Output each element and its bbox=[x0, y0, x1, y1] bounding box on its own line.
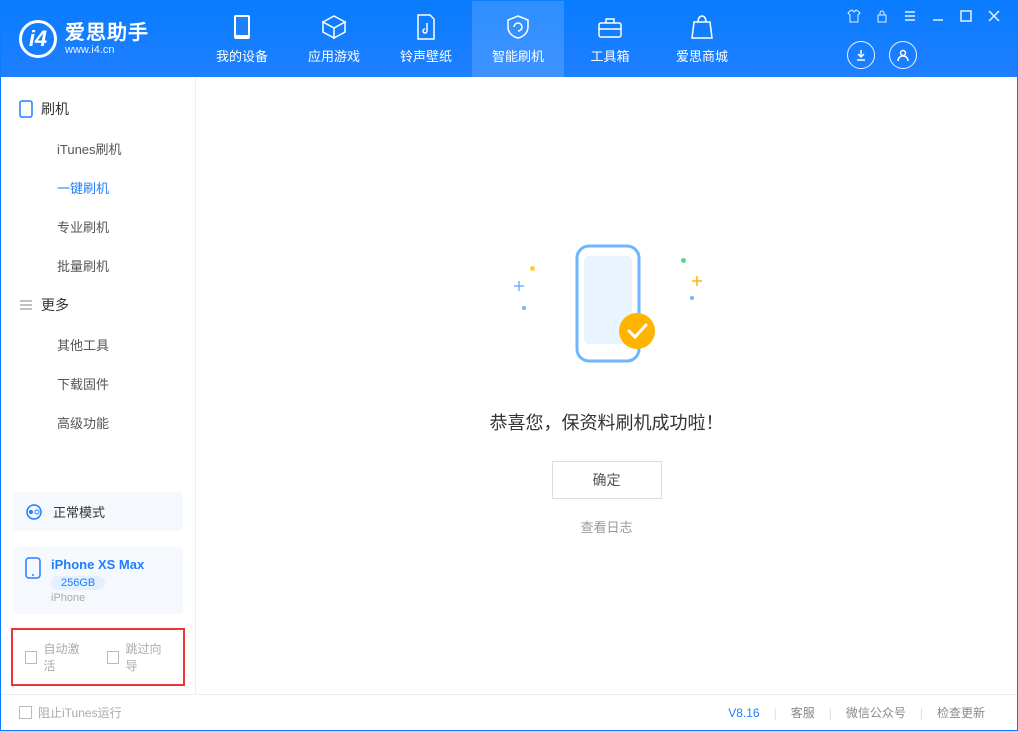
sidebar-item-batch-flash[interactable]: 批量刷机 bbox=[1, 246, 195, 285]
view-log-link[interactable]: 查看日志 bbox=[580, 517, 632, 536]
lock-icon[interactable] bbox=[875, 9, 889, 23]
nav-apps-games[interactable]: 应用游戏 bbox=[288, 1, 380, 77]
success-illustration bbox=[542, 236, 672, 379]
user-button[interactable] bbox=[889, 41, 917, 69]
sidebar-item-pro-flash[interactable]: 专业刷机 bbox=[1, 207, 195, 246]
music-file-icon bbox=[413, 14, 439, 40]
app-subtitle: www.i4.cn bbox=[65, 44, 149, 56]
cube-icon bbox=[321, 14, 347, 40]
mode-label: 正常模式 bbox=[53, 502, 105, 521]
version-label: V8.16 bbox=[728, 706, 759, 720]
device-icon bbox=[19, 100, 33, 118]
footer-link-update[interactable]: 检查更新 bbox=[923, 704, 999, 721]
footer-link-wechat[interactable]: 微信公众号 bbox=[832, 704, 920, 721]
footer-link-support[interactable]: 客服 bbox=[777, 704, 829, 721]
sparkle-icon bbox=[522, 306, 526, 310]
sidebar-item-oneclick-flash[interactable]: 一键刷机 bbox=[1, 168, 195, 207]
checkbox-block-itunes[interactable]: 阻止iTunes运行 bbox=[19, 704, 122, 721]
menu-icon[interactable] bbox=[903, 9, 917, 23]
success-message: 恭喜您，保资料刷机成功啦！ bbox=[490, 409, 724, 435]
nav-smart-flash[interactable]: 智能刷机 bbox=[472, 1, 564, 77]
device-card[interactable]: iPhone XS Max 256GB iPhone bbox=[13, 547, 183, 614]
sidebar: 刷机 iTunes刷机 一键刷机 专业刷机 批量刷机 更多 其他工具 下载固件 … bbox=[1, 77, 196, 694]
sidebar-item-itunes-flash[interactable]: iTunes刷机 bbox=[1, 129, 195, 168]
device-type: iPhone bbox=[51, 592, 144, 604]
refresh-shield-icon bbox=[505, 14, 531, 40]
download-button[interactable] bbox=[847, 41, 875, 69]
sparkle-icon bbox=[530, 266, 535, 271]
titlebar-right bbox=[847, 1, 1017, 77]
logo-icon: i4 bbox=[19, 20, 57, 58]
bag-icon bbox=[689, 14, 715, 40]
sparkle-icon bbox=[692, 276, 702, 286]
nav-ringtone-wallpaper[interactable]: 铃声壁纸 bbox=[380, 1, 472, 77]
footer: 阻止iTunes运行 V8.16 | 客服 | 微信公众号 | 检查更新 bbox=[1, 694, 1017, 730]
main-content: 恭喜您，保资料刷机成功啦！ 确定 查看日志 bbox=[196, 77, 1017, 694]
sparkle-icon bbox=[690, 296, 694, 300]
device-small-icon bbox=[25, 557, 41, 579]
toolbox-icon bbox=[597, 14, 623, 40]
app-title: 爱思助手 bbox=[65, 22, 149, 44]
nav-toolbox[interactable]: 工具箱 bbox=[564, 1, 656, 77]
shirt-icon[interactable] bbox=[847, 9, 861, 23]
sparkle-icon bbox=[681, 258, 686, 263]
nav-store[interactable]: 爱思商城 bbox=[656, 1, 748, 77]
body: 刷机 iTunes刷机 一键刷机 专业刷机 批量刷机 更多 其他工具 下载固件 … bbox=[1, 77, 1017, 694]
checkbox-skip-guide[interactable]: 跳过向导 bbox=[107, 640, 171, 674]
ok-button[interactable]: 确定 bbox=[552, 461, 662, 499]
minimize-icon[interactable] bbox=[931, 9, 945, 23]
top-nav: 我的设备 应用游戏 铃声壁纸 智能刷机 工具箱 爱思商城 bbox=[196, 1, 847, 77]
maximize-icon[interactable] bbox=[959, 9, 973, 23]
mode-card[interactable]: 正常模式 bbox=[13, 492, 183, 531]
checkbox-auto-activate[interactable]: 自动激活 bbox=[25, 640, 89, 674]
highlighted-options: 自动激活 跳过向导 bbox=[11, 628, 185, 686]
close-icon[interactable] bbox=[987, 9, 1001, 23]
nav-my-device[interactable]: 我的设备 bbox=[196, 1, 288, 77]
sidebar-item-advanced[interactable]: 高级功能 bbox=[1, 403, 195, 442]
checkbox-icon bbox=[19, 706, 32, 719]
list-icon bbox=[19, 298, 33, 312]
sidebar-group-more[interactable]: 更多 bbox=[1, 285, 195, 325]
logo-area: i4 爱思助手 www.i4.cn bbox=[1, 20, 196, 58]
sparkle-icon bbox=[514, 281, 524, 291]
mode-icon bbox=[25, 503, 43, 521]
titlebar: i4 爱思助手 www.i4.cn 我的设备 应用游戏 铃声壁纸 智能刷机 bbox=[1, 1, 1017, 77]
device-capacity: 256GB bbox=[51, 576, 105, 590]
device-name: iPhone XS Max bbox=[51, 557, 144, 572]
phone-icon bbox=[229, 14, 255, 40]
checkbox-icon bbox=[25, 651, 37, 664]
checkbox-icon bbox=[107, 651, 119, 664]
sidebar-item-download-firmware[interactable]: 下载固件 bbox=[1, 364, 195, 403]
sidebar-item-other-tools[interactable]: 其他工具 bbox=[1, 325, 195, 364]
sidebar-group-flash[interactable]: 刷机 bbox=[1, 89, 195, 129]
app-window: i4 爱思助手 www.i4.cn 我的设备 应用游戏 铃声壁纸 智能刷机 bbox=[0, 0, 1018, 731]
